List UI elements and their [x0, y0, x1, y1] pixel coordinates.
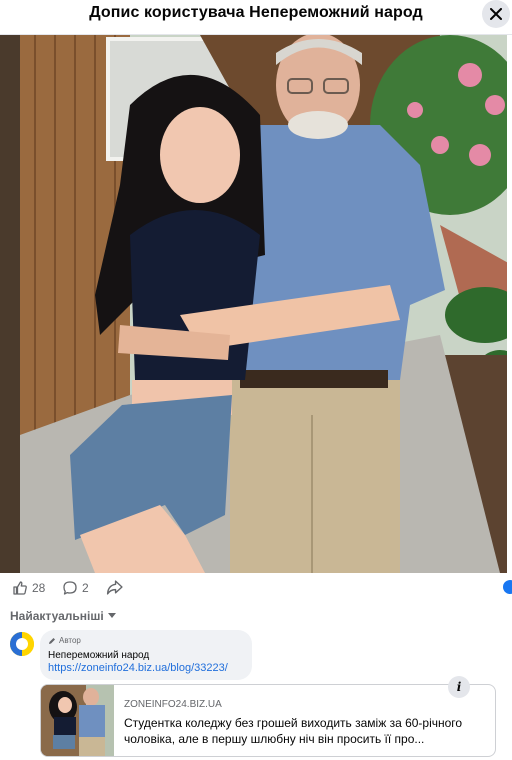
- like-button[interactable]: 28: [12, 580, 45, 596]
- link-preview-card[interactable]: ZONEINFO24.BIZ.UA Студентка коледжу без …: [40, 684, 496, 757]
- thumbs-up-icon: [13, 581, 27, 595]
- photo-right-margin: [507, 35, 512, 573]
- like-count: 28: [32, 581, 46, 595]
- comment-sort-dropdown[interactable]: Найактуальніші: [10, 609, 116, 623]
- comment-author-name[interactable]: Непереможний народ: [48, 650, 149, 661]
- share-icon: [106, 580, 123, 595]
- comment-count: 2: [82, 581, 89, 595]
- pencil-icon: [49, 637, 55, 644]
- chevron-down-icon: [107, 613, 116, 618]
- link-preview-thumbnail: [41, 685, 114, 756]
- comment-link[interactable]: https://zoneinfo24.biz.ua/blog/33223/: [48, 662, 228, 674]
- post-photo[interactable]: [0, 35, 512, 573]
- link-preview-domain: ZONEINFO24.BIZ.UA: [124, 699, 222, 710]
- info-icon: i: [456, 680, 462, 694]
- comment-bubble: Автор Непереможний народ https://zoneinf…: [40, 630, 252, 680]
- post-viewer-header: Допис користувача Непереможний народ: [0, 0, 512, 35]
- close-button[interactable]: [482, 0, 510, 28]
- close-icon: [490, 8, 502, 20]
- author-badge: Автор: [48, 636, 81, 645]
- link-preview-title: Студентка коледжу без грошей виходить за…: [124, 716, 463, 746]
- reaction-bar: 28 2: [0, 574, 512, 602]
- post-title: Допис користувача Непереможний народ: [89, 4, 423, 21]
- edge-reaction-icon: [503, 580, 512, 594]
- sort-label: Найактуальніші: [10, 609, 104, 623]
- comment-icon: [63, 581, 77, 595]
- share-button[interactable]: [106, 579, 123, 599]
- avatar[interactable]: [10, 632, 34, 656]
- comment-button[interactable]: 2: [62, 580, 89, 596]
- info-button[interactable]: i: [448, 676, 470, 698]
